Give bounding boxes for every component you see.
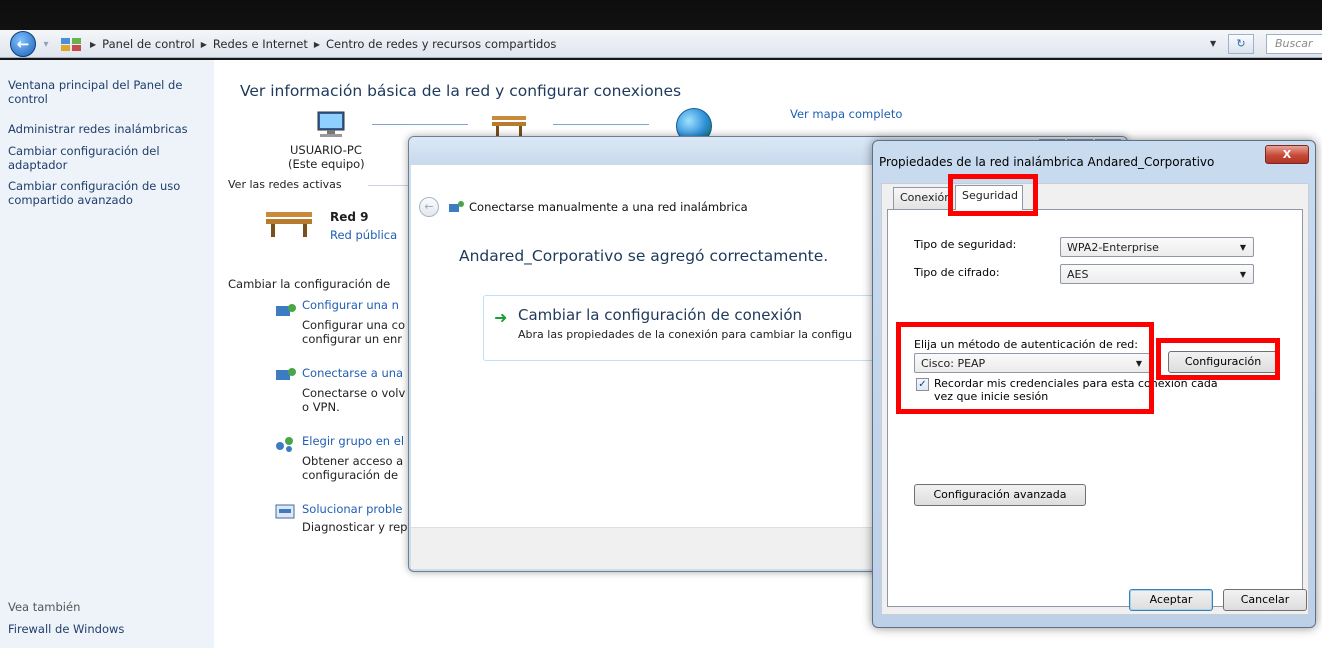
sidebar-item-control-panel-home[interactable]: Ventana principal del Panel de control [8,78,208,106]
sidebar-item-manage-wireless[interactable]: Administrar redes inalámbricas [8,122,208,136]
task-homegroup-desc: configuración de [302,468,399,482]
tab-connection[interactable]: Conexión [893,187,951,209]
connection-line [553,124,649,125]
task-homegroup-desc: Obtener acceso a [302,454,404,468]
encryption-type-select[interactable]: AES ▼ [1060,264,1254,284]
breadcrumb-control-panel[interactable]: Panel de control [102,37,195,51]
wizard-success-message: Andared_Corporativo se agregó correctame… [459,247,829,265]
security-type-value: WPA2-Enterprise [1067,241,1159,254]
change-settings-heading: Cambiar la configuración de [228,277,391,291]
wireless-network-icon [449,201,464,212]
breadcrumb-separator: ▶ [200,39,207,49]
computer-subtitle: (Este equipo) [288,157,365,171]
back-button[interactable]: ← [10,31,36,57]
task-troubleshoot-desc: Diagnosticar y rep [302,520,408,534]
tab-security[interactable]: Seguridad [955,185,1023,210]
refresh-button[interactable]: ↻ [1228,34,1254,54]
advanced-settings-button[interactable]: Configuración avanzada [914,484,1086,506]
security-type-select[interactable]: WPA2-Enterprise ▼ [1060,237,1254,257]
computer-name: USUARIO-PC [290,143,362,157]
troubleshoot-icon [275,504,295,519]
encryption-type-value: AES [1067,268,1089,281]
breadcrumb: ▶ Panel de control ▶ Redes e Internet ▶ … [90,37,556,51]
network-name: Red 9 [330,210,369,224]
ok-button[interactable]: Aceptar [1129,589,1213,611]
active-networks-label: Ver las redes activas [228,178,342,191]
computer-icon [317,111,345,137]
full-map-link[interactable]: Ver mapa completo [790,107,902,121]
connection-line [372,124,468,125]
section-divider [368,185,412,186]
breadcrumb-separator: ▶ [90,39,97,49]
encryption-type-label: Tipo de cifrado: [914,266,1000,279]
breadcrumb-network-center[interactable]: Centro de redes y recursos compartidos [326,37,556,51]
task-connect-desc: Conectarse o volv [302,386,406,400]
highlight-settings-button [1156,338,1280,380]
highlight-auth-method [896,322,1154,414]
task-connect-network[interactable]: Conectarse a una [302,366,403,380]
option-title: Cambiar la configuración de conexión [518,306,802,324]
wizard-title: Conectarse manualmente a una red inalámb… [469,200,748,214]
cancel-button[interactable]: Cancelar [1223,589,1307,611]
wizard-back-button[interactable]: ← [419,197,439,217]
chevron-down-icon: ▼ [1239,243,1246,252]
dialog-title: Propiedades de la red inalámbrica Andare… [879,155,1215,169]
public-network-icon [266,212,312,237]
setup-connection-icon [276,304,296,316]
breadcrumb-separator: ▶ [313,39,321,49]
option-description: Abra las propiedades de la conexión para… [518,328,853,341]
see-also-heading: Vea también [8,600,81,614]
sidebar-item-adapter-settings[interactable]: Cambiar configuración del adaptador [8,144,188,172]
control-panel-icon [61,38,81,51]
search-input[interactable]: Buscar [1266,34,1322,54]
green-arrow-icon: ➜ [494,308,508,327]
task-setup-connection[interactable]: Configurar una n [302,298,399,312]
task-troubleshoot[interactable]: Solucionar proble [302,502,402,516]
task-setup-desc: Configurar una co [302,318,405,332]
sidebar-item-sharing-settings[interactable]: Cambiar configuración de uso compartido … [8,179,208,207]
homegroup-icon [276,437,293,452]
close-button[interactable]: X [1265,145,1309,164]
address-dropdown-icon[interactable]: ▼ [1210,39,1216,48]
network-type-link[interactable]: Red pública [330,228,397,242]
forward-button[interactable]: ▾ [38,37,54,53]
task-homegroup[interactable]: Elegir grupo en el [302,434,404,448]
security-type-label: Tipo de seguridad: [914,238,1017,251]
sidebar-item-firewall[interactable]: Firewall de Windows [8,622,124,636]
connect-network-icon [276,368,296,380]
task-connect-desc: o VPN. [302,400,340,414]
task-setup-desc: configurar un enr [302,332,402,346]
chevron-down-icon: ▼ [1239,270,1246,279]
page-title: Ver información básica de la red y confi… [240,82,682,100]
breadcrumb-network-internet[interactable]: Redes e Internet [213,37,308,51]
